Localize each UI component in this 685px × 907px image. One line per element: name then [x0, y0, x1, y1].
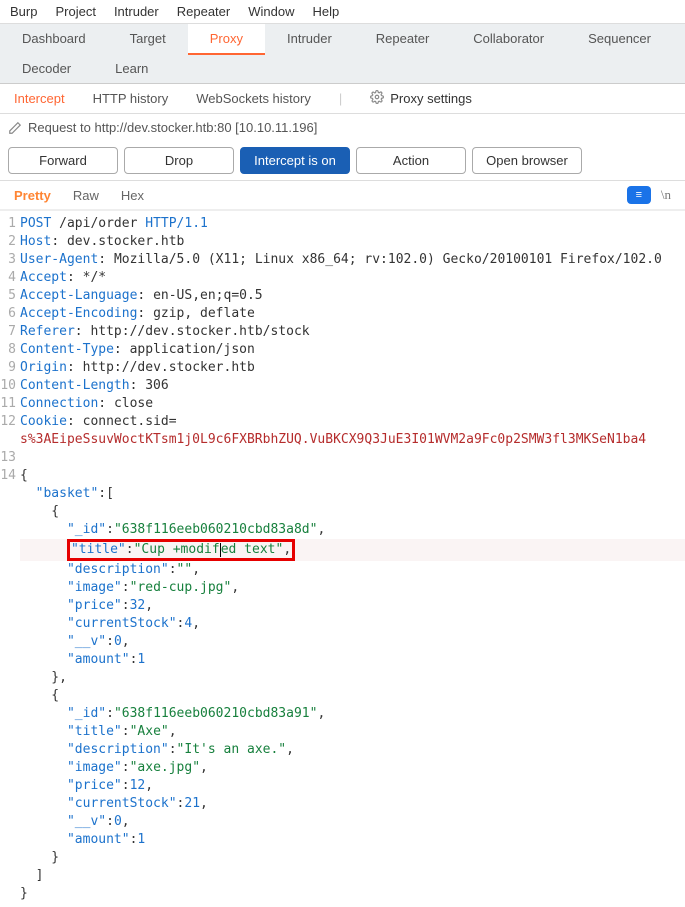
menu-window[interactable]: Window	[248, 4, 294, 19]
tab-collaborator[interactable]: Collaborator	[451, 24, 566, 54]
drop-button[interactable]: Drop	[124, 147, 234, 174]
subtab-http-history[interactable]: HTTP history	[93, 91, 169, 106]
message-view-tabs: Pretty Raw Hex ≡ \n	[0, 181, 685, 211]
newline-indicator-icon[interactable]: \n	[661, 187, 671, 203]
gear-icon	[370, 90, 384, 107]
proxy-settings-link[interactable]: Proxy settings	[370, 90, 472, 107]
tab-proxy[interactable]: Proxy	[188, 24, 265, 55]
proxy-subtabs: Intercept HTTP history WebSockets histor…	[0, 84, 685, 114]
inspector-toggle-icon[interactable]: ≡	[627, 186, 651, 204]
tab-repeater[interactable]: Repeater	[354, 24, 451, 54]
view-hex[interactable]: Hex	[121, 188, 144, 203]
menu-repeater[interactable]: Repeater	[177, 4, 230, 19]
tab-intruder[interactable]: Intruder	[265, 24, 354, 54]
subtab-intercept[interactable]: Intercept	[14, 91, 65, 106]
tab-sequencer[interactable]: Sequencer	[566, 24, 673, 54]
intercept-toolbar: Forward Drop Intercept is on Action Open…	[0, 141, 685, 181]
menu-burp[interactable]: Burp	[10, 4, 37, 19]
highlight-box: "title":"Cup +modifed text",	[67, 539, 295, 561]
tab-dashboard[interactable]: Dashboard	[0, 24, 108, 54]
proxy-settings-label: Proxy settings	[390, 91, 472, 106]
tab-decoder[interactable]: Decoder	[0, 54, 93, 83]
menu-project[interactable]: Project	[55, 4, 95, 19]
request-info-bar: Request to http://dev.stocker.htb:80 [10…	[0, 114, 685, 141]
menubar: Burp Project Intruder Repeater Window He…	[0, 0, 685, 24]
view-raw[interactable]: Raw	[73, 188, 99, 203]
subtab-websockets-history[interactable]: WebSockets history	[196, 91, 311, 106]
menu-intruder[interactable]: Intruder	[114, 4, 159, 19]
pencil-icon	[8, 121, 22, 135]
intercept-toggle-button[interactable]: Intercept is on	[240, 147, 350, 174]
view-pretty[interactable]: Pretty	[14, 188, 51, 203]
request-editor[interactable]: 1POST /api/order HTTP/1.1 2Host: dev.sto…	[0, 211, 685, 907]
tab-learn[interactable]: Learn	[93, 54, 170, 83]
menu-help[interactable]: Help	[312, 4, 339, 19]
open-browser-button[interactable]: Open browser	[472, 147, 582, 174]
main-tabs: Dashboard Target Proxy Intruder Repeater…	[0, 24, 685, 84]
action-button[interactable]: Action	[356, 147, 466, 174]
forward-button[interactable]: Forward	[8, 147, 118, 174]
request-info-text: Request to http://dev.stocker.htb:80 [10…	[28, 120, 317, 135]
tab-target[interactable]: Target	[108, 24, 188, 54]
